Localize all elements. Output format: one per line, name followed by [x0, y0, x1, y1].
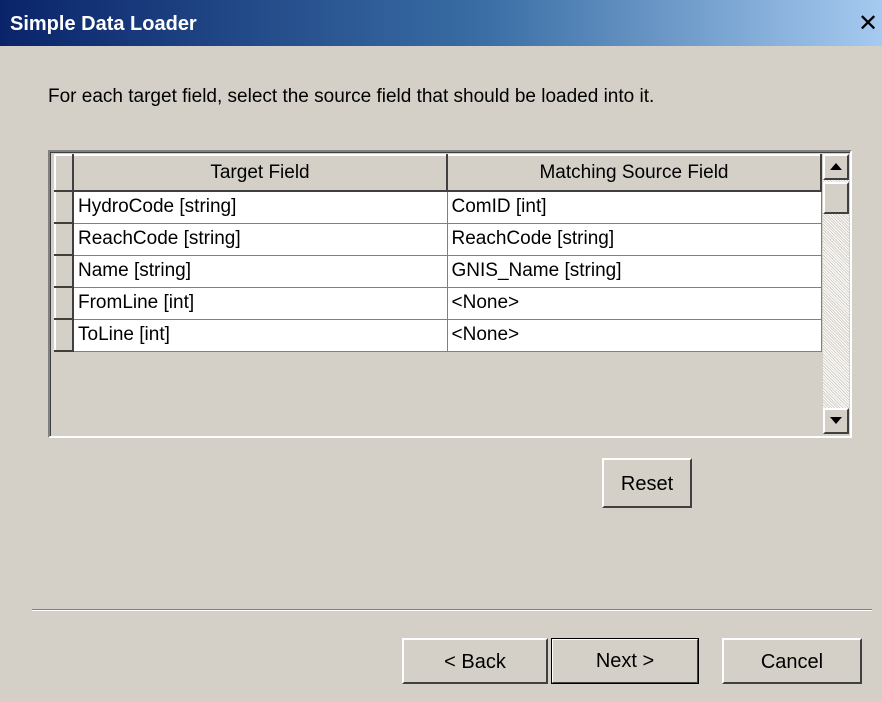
target-field-header[interactable]: Target Field — [72, 154, 448, 192]
target-field-cell: HydroCode [string] — [72, 190, 448, 224]
source-field-header[interactable]: Matching Source Field — [446, 154, 822, 192]
title-bar: Simple Data Loader ✕ — [0, 0, 882, 46]
target-field-cell: ReachCode [string] — [72, 222, 448, 256]
source-field-cell[interactable]: GNIS_Name [string] — [446, 254, 822, 288]
field-mapping-grid: Target Field Matching Source Field Hydro… — [48, 150, 852, 438]
scrollbar-thumb[interactable] — [823, 182, 849, 214]
header-row: Target Field Matching Source Field — [54, 154, 822, 192]
row-selector[interactable] — [54, 190, 74, 224]
close-icon: ✕ — [857, 10, 879, 37]
row-selector[interactable] — [54, 286, 74, 320]
row-selector-header[interactable] — [54, 154, 74, 192]
next-button[interactable]: Next > — [551, 638, 699, 684]
source-field-cell[interactable]: ReachCode [string] — [446, 222, 822, 256]
table-row: FromLine [int] <None> — [54, 286, 822, 320]
field-mapping-table: Target Field Matching Source Field Hydro… — [54, 154, 822, 352]
close-button[interactable]: ✕ — [856, 12, 880, 36]
source-field-cell[interactable]: <None> — [446, 286, 822, 320]
scroll-down-button[interactable] — [823, 408, 849, 434]
cancel-button[interactable]: Cancel — [722, 638, 862, 684]
vertical-scrollbar[interactable] — [823, 154, 849, 434]
row-selector[interactable] — [54, 254, 74, 288]
target-field-cell: ToLine [int] — [72, 318, 448, 352]
target-field-cell: FromLine [int] — [72, 286, 448, 320]
row-selector[interactable] — [54, 222, 74, 256]
instruction-text: For each target field, select the source… — [48, 86, 655, 107]
scroll-up-button[interactable] — [823, 154, 849, 180]
row-selector[interactable] — [54, 318, 74, 352]
source-field-cell[interactable]: ComID [int] — [446, 190, 822, 224]
table-row: ReachCode [string] ReachCode [string] — [54, 222, 822, 256]
target-field-cell: Name [string] — [72, 254, 448, 288]
window-title: Simple Data Loader — [10, 13, 197, 35]
source-field-cell[interactable]: <None> — [446, 318, 822, 352]
table-row: Name [string] GNIS_Name [string] — [54, 254, 822, 288]
reset-button[interactable]: Reset — [602, 458, 692, 508]
arrow-up-icon — [830, 163, 842, 170]
separator — [32, 609, 872, 611]
table-row: ToLine [int] <None> — [54, 318, 822, 352]
table-row: HydroCode [string] ComID [int] — [54, 190, 822, 224]
back-button[interactable]: < Back — [402, 638, 548, 684]
arrow-down-icon — [830, 417, 842, 424]
